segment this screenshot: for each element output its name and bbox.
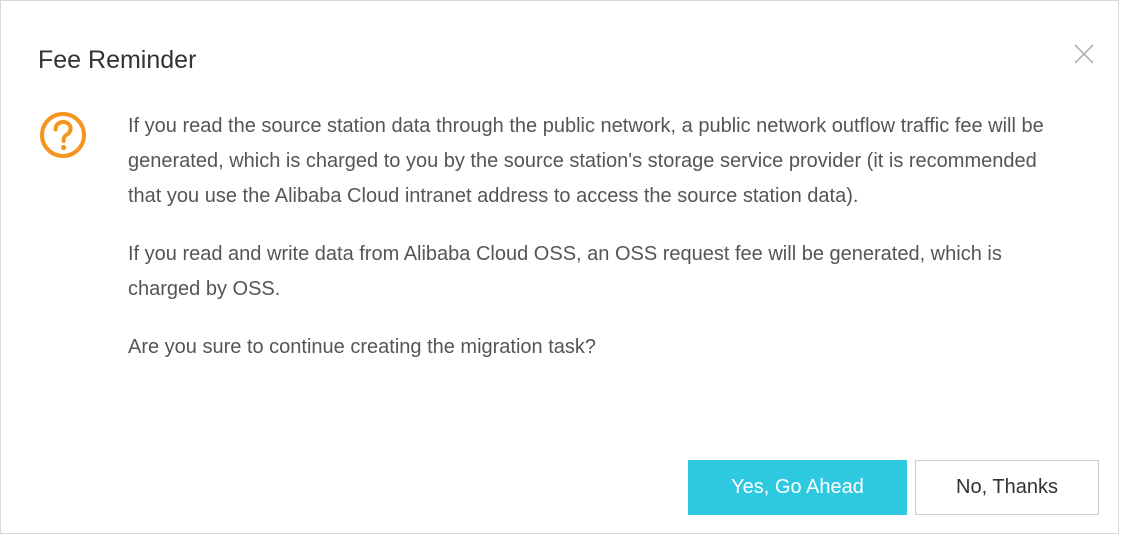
no-thanks-button[interactable]: No, Thanks	[915, 460, 1099, 515]
confirm-question: Are you sure to continue creating the mi…	[128, 336, 597, 358]
yes-go-ahead-button[interactable]: Yes, Go Ahead	[688, 460, 907, 515]
close-icon[interactable]	[1069, 39, 1099, 69]
dialog-body: If you read the source station data thro…	[128, 109, 1048, 365]
question-circle-icon	[39, 111, 87, 159]
fee-reminder-dialog: Fee Reminder If you read the source stat…	[0, 0, 1119, 534]
dialog-title: Fee Reminder	[38, 46, 197, 74]
fee-paragraph-oss: If you read and write data from Alibaba …	[128, 243, 1002, 300]
fee-paragraph-public-network: If you read the source station data thro…	[128, 115, 1044, 207]
